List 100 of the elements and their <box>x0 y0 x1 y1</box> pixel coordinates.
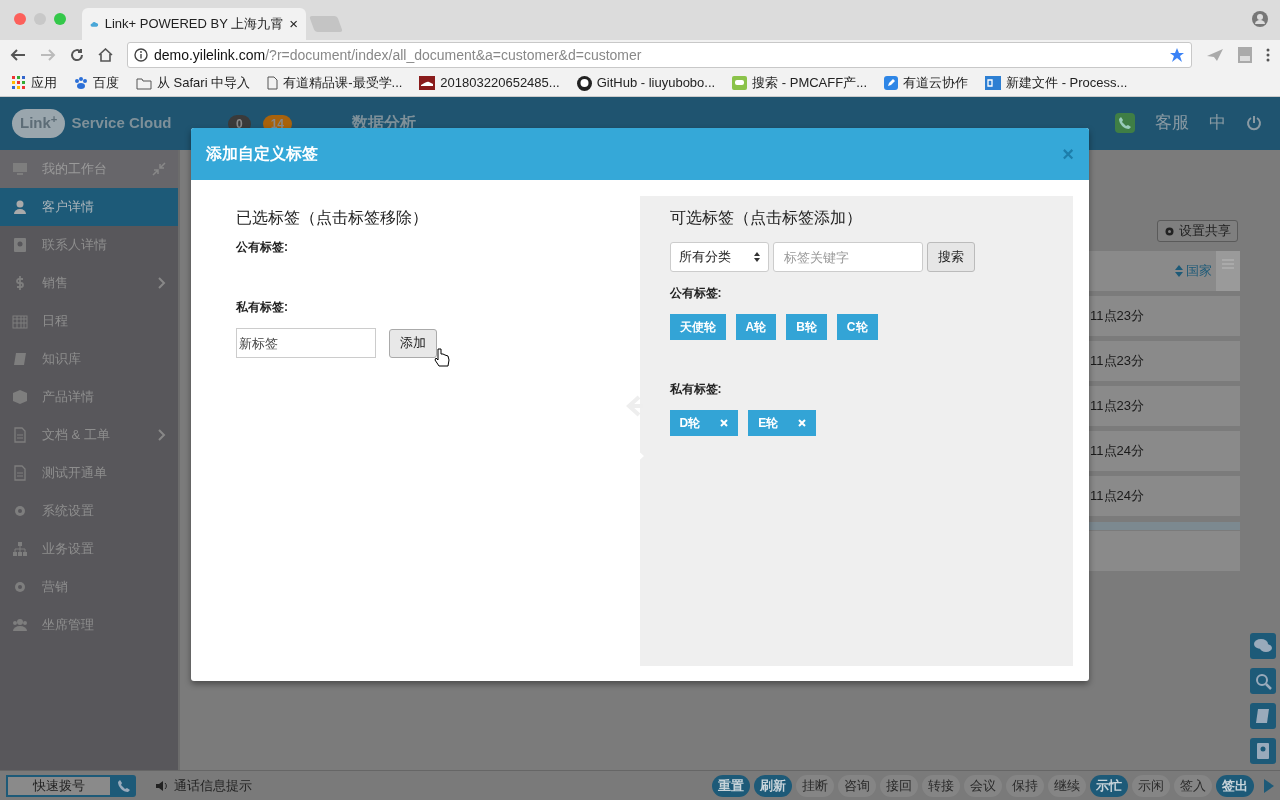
wechat-icon[interactable] <box>1250 633 1276 659</box>
back-icon[interactable] <box>10 48 26 62</box>
address-bar[interactable]: demo.yilelink.com/?r=document/index/all_document&a=customer&d=customer <box>126 42 1192 68</box>
browser-tab[interactable]: Link+ POWERED BY 上海九霄 × <box>82 8 306 40</box>
bookmark-item[interactable]: 新建文件 - Process... <box>985 73 1128 93</box>
keyword-field[interactable]: 标签关键字 <box>772 242 923 272</box>
dialog-title: 添加自定义标签 <box>206 144 319 164</box>
call-control-button[interactable]: 示闲 <box>1132 774 1170 797</box>
service-link[interactable]: 客服 <box>1155 110 1189 136</box>
sort-icon <box>1175 265 1183 277</box>
contacts-icon[interactable] <box>1250 738 1276 764</box>
tag-button[interactable]: A轮 <box>735 314 777 340</box>
forward-icon[interactable] <box>40 48 56 62</box>
gear-icon <box>12 579 28 595</box>
collapse-icon[interactable] <box>152 162 166 176</box>
reload-icon[interactable] <box>69 48 84 62</box>
bookmark-item[interactable]: 百度 <box>74 73 119 93</box>
panel-heading: 可选标签（点击标签添加） <box>669 208 863 228</box>
tag-button[interactable]: B轮 <box>786 314 827 340</box>
monitor-icon <box>12 161 28 177</box>
table-cell-text: 11点23分 <box>1090 352 1144 371</box>
pointer-cursor-icon <box>434 348 450 368</box>
tab-title: Link+ POWERED BY 上海九霄 <box>104 15 284 34</box>
bookmark-item[interactable]: 有道云协作 <box>884 73 968 93</box>
play-icon[interactable] <box>1264 778 1274 793</box>
pen-icon <box>884 76 898 90</box>
call-control-button[interactable]: 重置 <box>712 774 750 797</box>
book-icon[interactable] <box>1250 703 1276 729</box>
home-icon[interactable] <box>97 48 113 62</box>
tag-button[interactable]: D轮 <box>669 410 739 436</box>
power-icon[interactable] <box>1246 114 1262 131</box>
remove-icon[interactable] <box>798 419 807 427</box>
info-icon <box>133 48 148 62</box>
close-tab-button[interactable]: × <box>289 12 298 36</box>
section-label: 公有标签: <box>669 285 723 302</box>
tag-button[interactable]: 天使轮 <box>669 314 726 340</box>
call-control-button[interactable]: 签入 <box>1174 774 1212 797</box>
panel-heading: 已选标签（点击标签移除） <box>236 208 429 228</box>
call-control-button[interactable]: 示忙 <box>1090 774 1128 797</box>
user-icon <box>12 199 28 215</box>
document-icon <box>12 465 28 481</box>
phone-icon[interactable] <box>1115 112 1135 133</box>
table-cell-text: 11点24分 <box>1090 487 1144 506</box>
apps-icon <box>12 76 26 90</box>
section-label: 公有标签: <box>236 239 289 256</box>
table-cell-text: 11点23分 <box>1090 307 1144 326</box>
category-select[interactable]: 所有分类 <box>669 242 769 272</box>
remove-icon[interactable] <box>720 419 729 427</box>
new-tag-field[interactable]: 新标签 <box>236 328 376 358</box>
add-button[interactable]: 添加 <box>389 328 437 358</box>
zoom-window-button[interactable] <box>54 13 66 25</box>
menu-icon[interactable] <box>1266 48 1270 62</box>
bookmark-item[interactable]: 有道精品课-最受学... <box>267 73 403 93</box>
call-control-button[interactable]: 刷新 <box>754 774 792 797</box>
on-icon <box>985 76 1001 90</box>
quick-dial-field[interactable]: 快速拨号 <box>6 774 112 797</box>
url-text: demo.yilelink.com/?r=document/index/all_document&a=customer&d=customer <box>153 45 643 65</box>
folder-icon <box>136 76 152 90</box>
tag-button[interactable]: E轮 <box>748 410 817 436</box>
close-window-button[interactable] <box>14 13 26 25</box>
bird-icon[interactable] <box>1206 48 1224 62</box>
gear-icon <box>1164 225 1175 237</box>
sidebar-item[interactable]: 客户详情 <box>0 188 178 226</box>
call-control-button[interactable]: 会议 <box>964 774 1002 797</box>
search-button[interactable]: 搜索 <box>926 242 975 272</box>
speaker-icon <box>156 780 168 791</box>
language-toggle[interactable]: 中 <box>1209 110 1226 136</box>
share-settings-button[interactable]: 设置共享 <box>1157 220 1238 242</box>
gear-icon <box>12 503 28 519</box>
users-icon <box>12 617 28 633</box>
extension-icon[interactable] <box>1238 47 1252 63</box>
contact-card-icon <box>12 237 28 253</box>
page-icon <box>267 76 279 90</box>
column-header[interactable]: 国家 <box>1175 261 1212 281</box>
search-icon[interactable] <box>1250 668 1276 694</box>
tag-button[interactable]: C轮 <box>836 314 878 340</box>
call-control-button[interactable]: 挂断 <box>796 774 834 797</box>
octocat-icon <box>576 75 592 91</box>
call-control-button[interactable]: 转接 <box>922 774 960 797</box>
table-cell-text: 11点23分 <box>1090 397 1144 416</box>
call-notice: 通话信息提示 <box>174 776 252 795</box>
section-label: 私有标签: <box>669 381 723 398</box>
table-cell-text: 11点24分 <box>1090 442 1144 461</box>
call-control-button[interactable]: 签出 <box>1216 774 1254 797</box>
dial-button[interactable] <box>112 774 136 797</box>
call-control-button[interactable]: 咨询 <box>838 774 876 797</box>
bookmark-item[interactable]: 搜索 - PMCAFF产... <box>732 73 867 93</box>
call-control-button[interactable]: 保持 <box>1006 774 1044 797</box>
section-label: 私有标签: <box>236 299 289 316</box>
logo: Link$^{+}$ Service Cloud <box>12 109 172 138</box>
bookmark-item[interactable]: GitHub - liuyubobo... <box>576 73 716 93</box>
shoe-icon <box>419 76 436 90</box>
bookmark-item[interactable]: 从 Safari 中导入 <box>136 73 251 93</box>
call-control-button[interactable]: 继续 <box>1048 774 1086 797</box>
phone-icon <box>118 779 130 792</box>
bookmark-item[interactable]: 应用 <box>12 73 57 93</box>
profile-icon[interactable] <box>1252 11 1268 27</box>
star-icon[interactable] <box>1169 47 1185 63</box>
call-control-button[interactable]: 接回 <box>880 774 918 797</box>
bookmark-item[interactable]: 201803220652485... <box>419 73 560 93</box>
